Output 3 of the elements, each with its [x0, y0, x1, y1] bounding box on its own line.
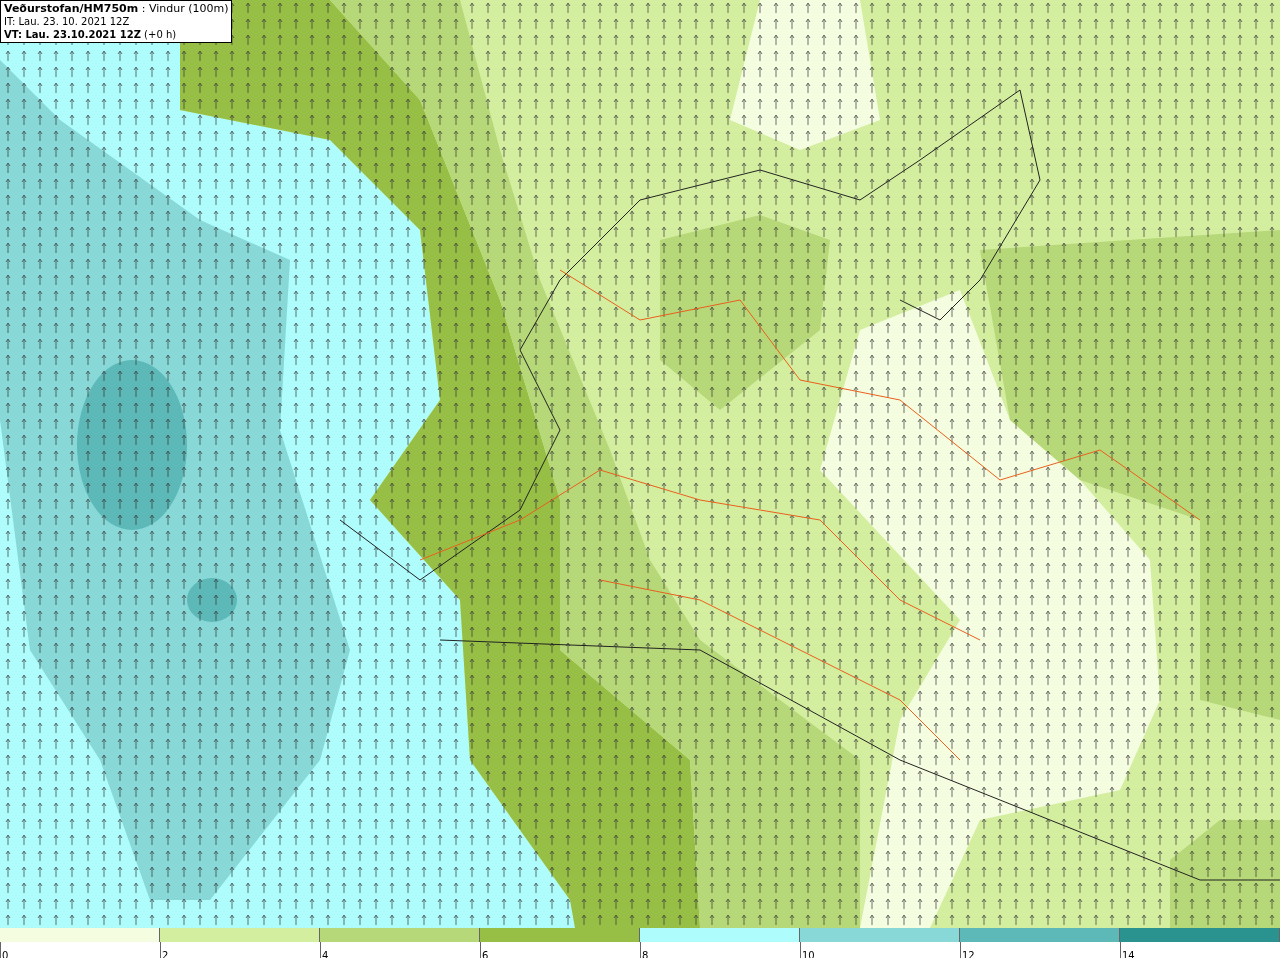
- info-line: IT: Lau. 23. 10. 2021 12Z: [4, 15, 131, 28]
- info-line: VT: Lau. 23.10.2021 12Z (+0 h): [4, 28, 178, 41]
- info-line: Veðurstofan/HM750m : Vindur (100m): [4, 2, 229, 15]
